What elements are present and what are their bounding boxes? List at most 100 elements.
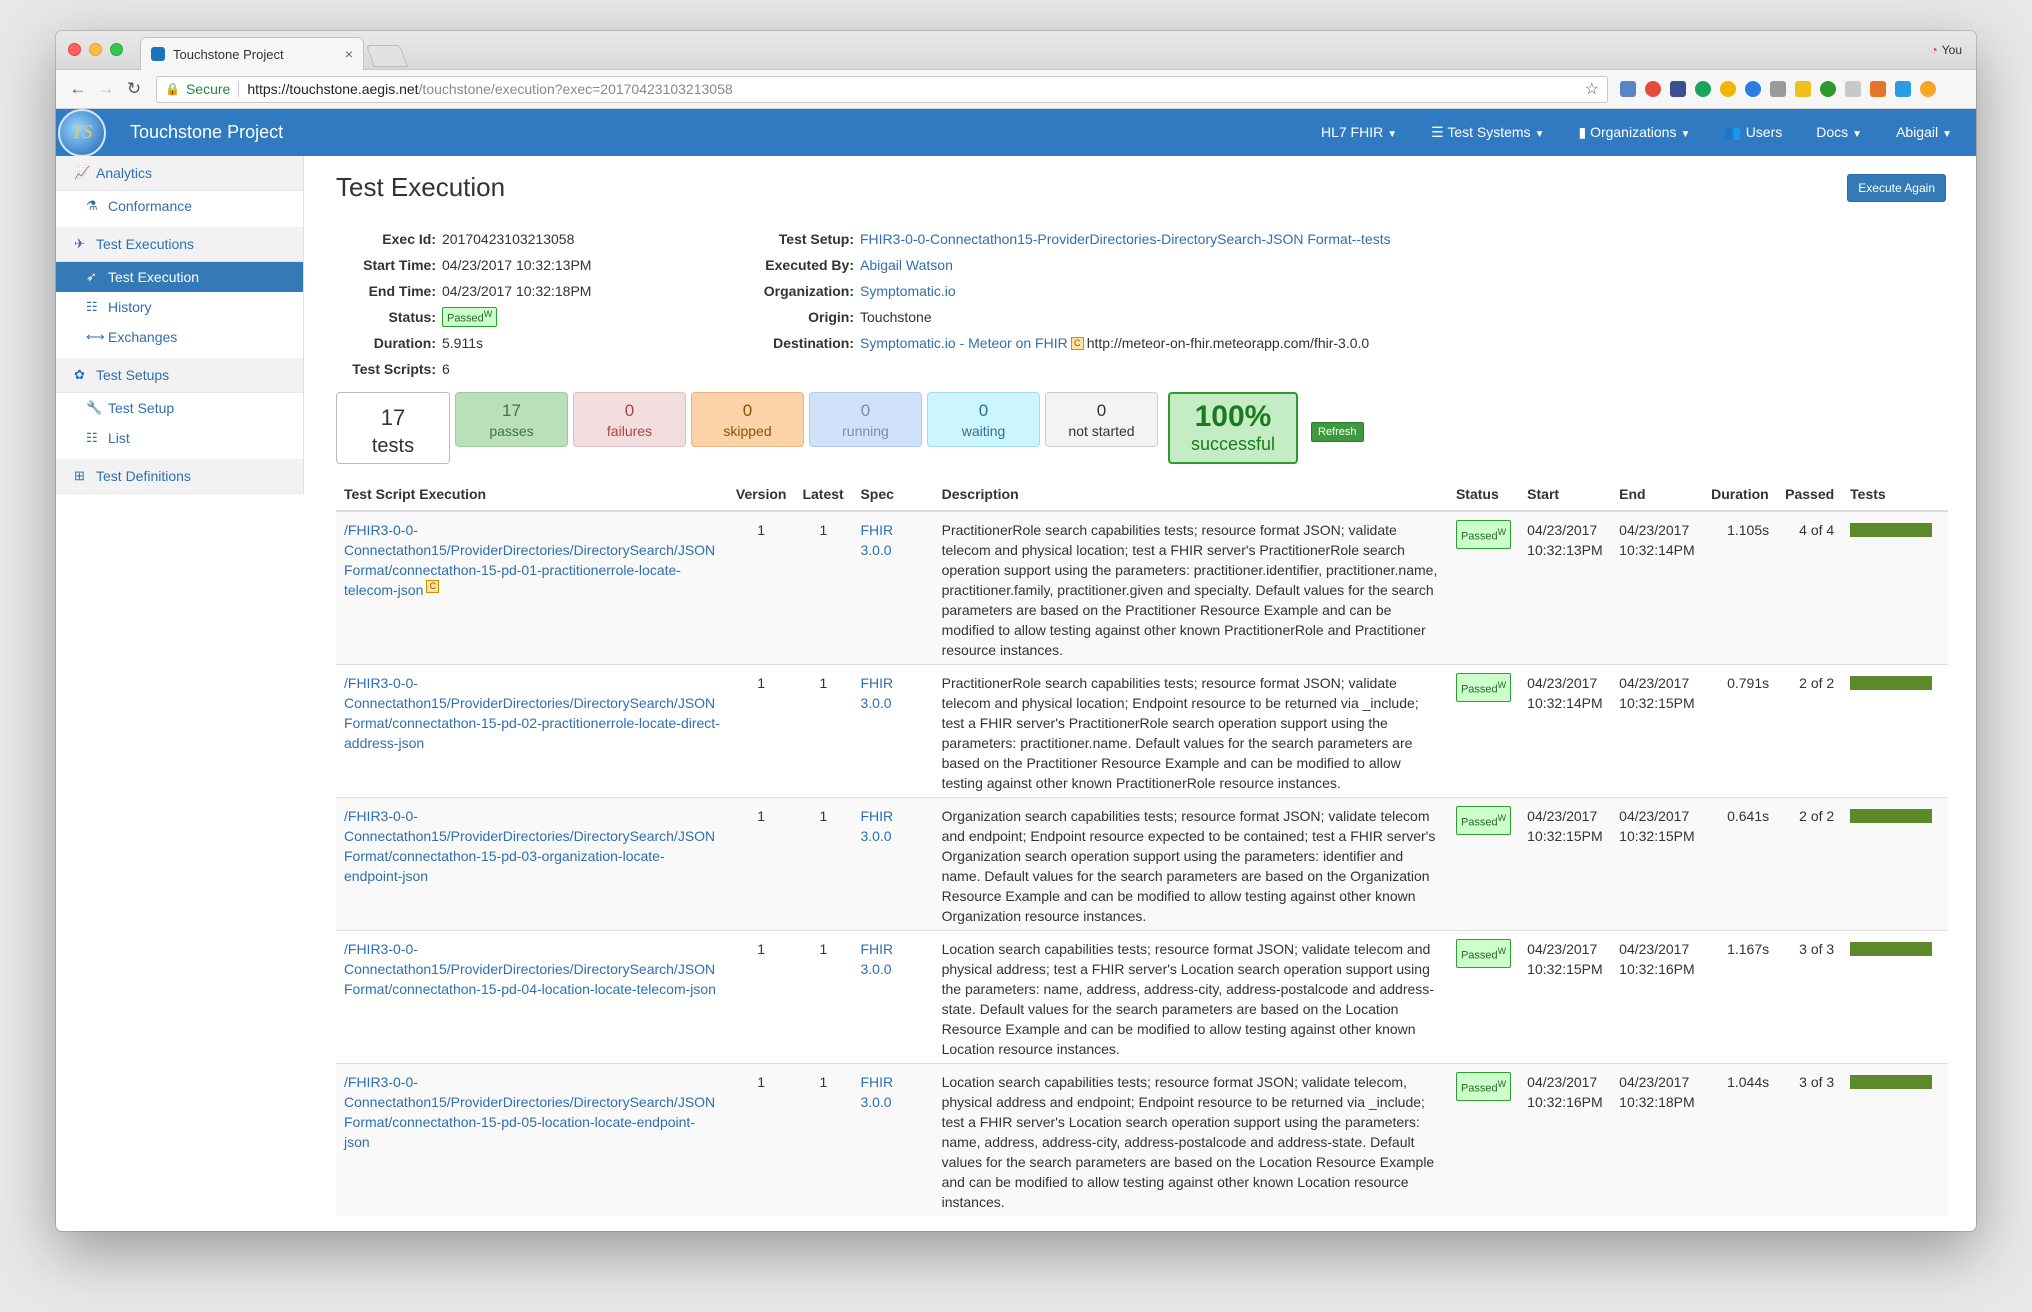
tests-progress-bar[interactable] (1850, 942, 1933, 956)
sitemap-icon: ⊞ (74, 468, 85, 483)
address-bar[interactable]: 🔒 Secure https://touchstone.aegis.net/to… (156, 75, 1608, 103)
col-header[interactable]: End (1611, 476, 1704, 512)
forward-icon[interactable]: → (94, 79, 118, 99)
extension-icon[interactable] (1720, 81, 1736, 97)
status-badge[interactable]: PassedW (1455, 673, 1512, 702)
sidebar-item-conformance[interactable]: ⚗ Conformance (56, 191, 303, 221)
nav-user-menu[interactable]: Abigail ▼ (1896, 124, 1952, 141)
extension-icon[interactable] (1820, 81, 1836, 97)
bookmark-star-icon[interactable]: ☆ (1585, 79, 1599, 99)
sidebar-item-test-setups[interactable]: ✿ Test Setups (56, 358, 303, 393)
stat-failures[interactable]: 0 failures (573, 392, 686, 447)
touchstone-logo[interactable]: TS (58, 108, 106, 157)
stat-running[interactable]: 0 running (809, 392, 922, 447)
nav-users[interactable]: 👥 Users (1724, 124, 1782, 141)
extension-icon[interactable] (1895, 81, 1911, 97)
nav-docs[interactable]: Docs ▼ (1816, 124, 1862, 141)
col-header[interactable]: Latest (794, 476, 853, 512)
nav-organizations[interactable]: ▮ Organizations ▼ (1578, 124, 1690, 141)
script-link[interactable]: /FHIR3-0-0-Connectathon15/ProviderDirect… (344, 808, 715, 884)
browser-tab[interactable]: Touchstone Project × (140, 37, 364, 70)
execute-again-button[interactable]: Execute Again (1847, 174, 1946, 202)
sidebar-item-test-definitions[interactable]: ⊞ Test Definitions (56, 459, 303, 494)
sidebar-item-test-execution[interactable]: ➶ Test Execution (56, 262, 303, 292)
col-header[interactable]: Test Script Execution (336, 476, 728, 512)
script-link[interactable]: /FHIR3-0-0-Connectathon15/ProviderDirect… (344, 522, 715, 598)
spec-link[interactable]: FHIR 3.0.0 (860, 941, 893, 977)
sidebar-item-test-executions[interactable]: ✈ Test Executions (56, 227, 303, 262)
zoom-window-button[interactable] (110, 43, 123, 56)
col-header[interactable]: Duration (1703, 476, 1778, 512)
status-badge[interactable]: PassedW (1455, 806, 1512, 835)
sidebar-item-exchanges[interactable]: ⟷ Exchanges (56, 322, 303, 352)
col-header[interactable]: Tests (1842, 476, 1948, 512)
extension-icon[interactable] (1795, 81, 1811, 97)
spec-link[interactable]: FHIR 3.0.0 (860, 675, 893, 711)
spec-link[interactable]: FHIR 3.0.0 (860, 522, 893, 558)
extension-icon[interactable] (1645, 81, 1661, 97)
sidebar-item-history[interactable]: ☷ History (56, 292, 303, 322)
status-badge[interactable]: PassedW (442, 307, 498, 327)
tab-close-icon[interactable]: × (345, 46, 353, 62)
status-badge[interactable]: PassedW (1455, 1072, 1512, 1101)
extension-icon[interactable] (1745, 81, 1761, 97)
status-text: Passed (1460, 1082, 1498, 1095)
col-header[interactable]: Passed (1777, 476, 1843, 512)
tests-progress-bar[interactable] (1850, 523, 1933, 537)
executed-by-label: Executed By: (765, 257, 854, 273)
back-icon[interactable]: ← (66, 79, 90, 99)
caret-down-icon: ▼ (1852, 129, 1863, 140)
tests-progress-bar[interactable] (1850, 676, 1933, 690)
sidebar-item-test-setup[interactable]: 🔧 Test Setup (56, 393, 303, 423)
test-setup-label: Test Setup: (778, 231, 854, 247)
close-window-button[interactable] (68, 43, 81, 56)
nav-test-systems[interactable]: ☰ Test Systems ▼ (1431, 124, 1544, 141)
test-setup-link[interactable]: FHIR3-0-0-Connectathon15-ProviderDirecto… (860, 231, 1391, 247)
col-header[interactable]: Start (1519, 476, 1612, 512)
new-tab-button[interactable] (365, 45, 409, 67)
stat-skipped[interactable]: 0 skipped (691, 392, 804, 447)
nav-hl7-fhir[interactable]: HL7 FHIR ▼ (1321, 124, 1397, 141)
spec-link[interactable]: FHIR 3.0.0 (860, 808, 893, 844)
spec-link[interactable]: FHIR 3.0.0 (860, 1074, 893, 1110)
stat-waiting[interactable]: 0 waiting (927, 392, 1040, 447)
col-header[interactable]: Version (727, 476, 795, 512)
tab-bar: Touchstone Project × ◔ You (56, 31, 1976, 70)
extension-icon[interactable] (1920, 81, 1936, 97)
sidebar-item-list[interactable]: ☷ List (56, 423, 303, 453)
brand-title[interactable]: Touchstone Project (130, 122, 283, 143)
col-header[interactable]: Spec (852, 476, 934, 512)
conformance-badge[interactable]: C (1070, 336, 1084, 350)
caret-down-icon: ▼ (1942, 129, 1952, 140)
extension-icon[interactable] (1670, 81, 1686, 97)
status-badge[interactable]: PassedW (1455, 939, 1512, 968)
status-badge[interactable]: PassedW (1455, 520, 1512, 549)
minimize-window-button[interactable] (89, 43, 102, 56)
table-row: /FHIR3-0-0-Connectathon15/ProviderDirect… (336, 797, 1948, 931)
extension-icon[interactable] (1845, 81, 1861, 97)
profile-button[interactable]: ◔ You (1931, 43, 1963, 57)
refresh-button[interactable]: Refresh (1311, 422, 1364, 442)
tests-progress-bar[interactable] (1850, 1075, 1933, 1089)
window-controls (68, 43, 123, 56)
extension-icon[interactable] (1620, 81, 1636, 97)
version-cell: 1 (727, 930, 795, 1064)
stat-passes[interactable]: 17 passes (455, 392, 568, 447)
col-header[interactable]: Description (933, 476, 1448, 512)
script-link[interactable]: /FHIR3-0-0-Connectathon15/ProviderDirect… (344, 675, 720, 751)
extension-icon[interactable] (1770, 81, 1786, 97)
extension-icon[interactable] (1870, 81, 1886, 97)
list-icon: ☷ (86, 299, 98, 314)
col-header[interactable]: Status (1447, 476, 1520, 512)
script-link[interactable]: /FHIR3-0-0-Connectathon15/ProviderDirect… (344, 1074, 715, 1150)
sidebar-item-analytics[interactable]: 📈 Analytics (56, 156, 303, 191)
destination-link[interactable]: Symptomatic.io - Meteor on FHIR (860, 335, 1068, 351)
conformance-badge[interactable]: C (426, 580, 440, 593)
reload-icon[interactable]: ↻ (122, 79, 146, 99)
organization-link[interactable]: Symptomatic.io (860, 283, 956, 299)
executed-by-link[interactable]: Abigail Watson (860, 257, 953, 273)
stat-not-started[interactable]: 0 not started (1045, 392, 1158, 447)
extension-icon[interactable] (1695, 81, 1711, 97)
tests-progress-bar[interactable] (1850, 809, 1933, 823)
script-link[interactable]: /FHIR3-0-0-Connectathon15/ProviderDirect… (344, 941, 716, 997)
